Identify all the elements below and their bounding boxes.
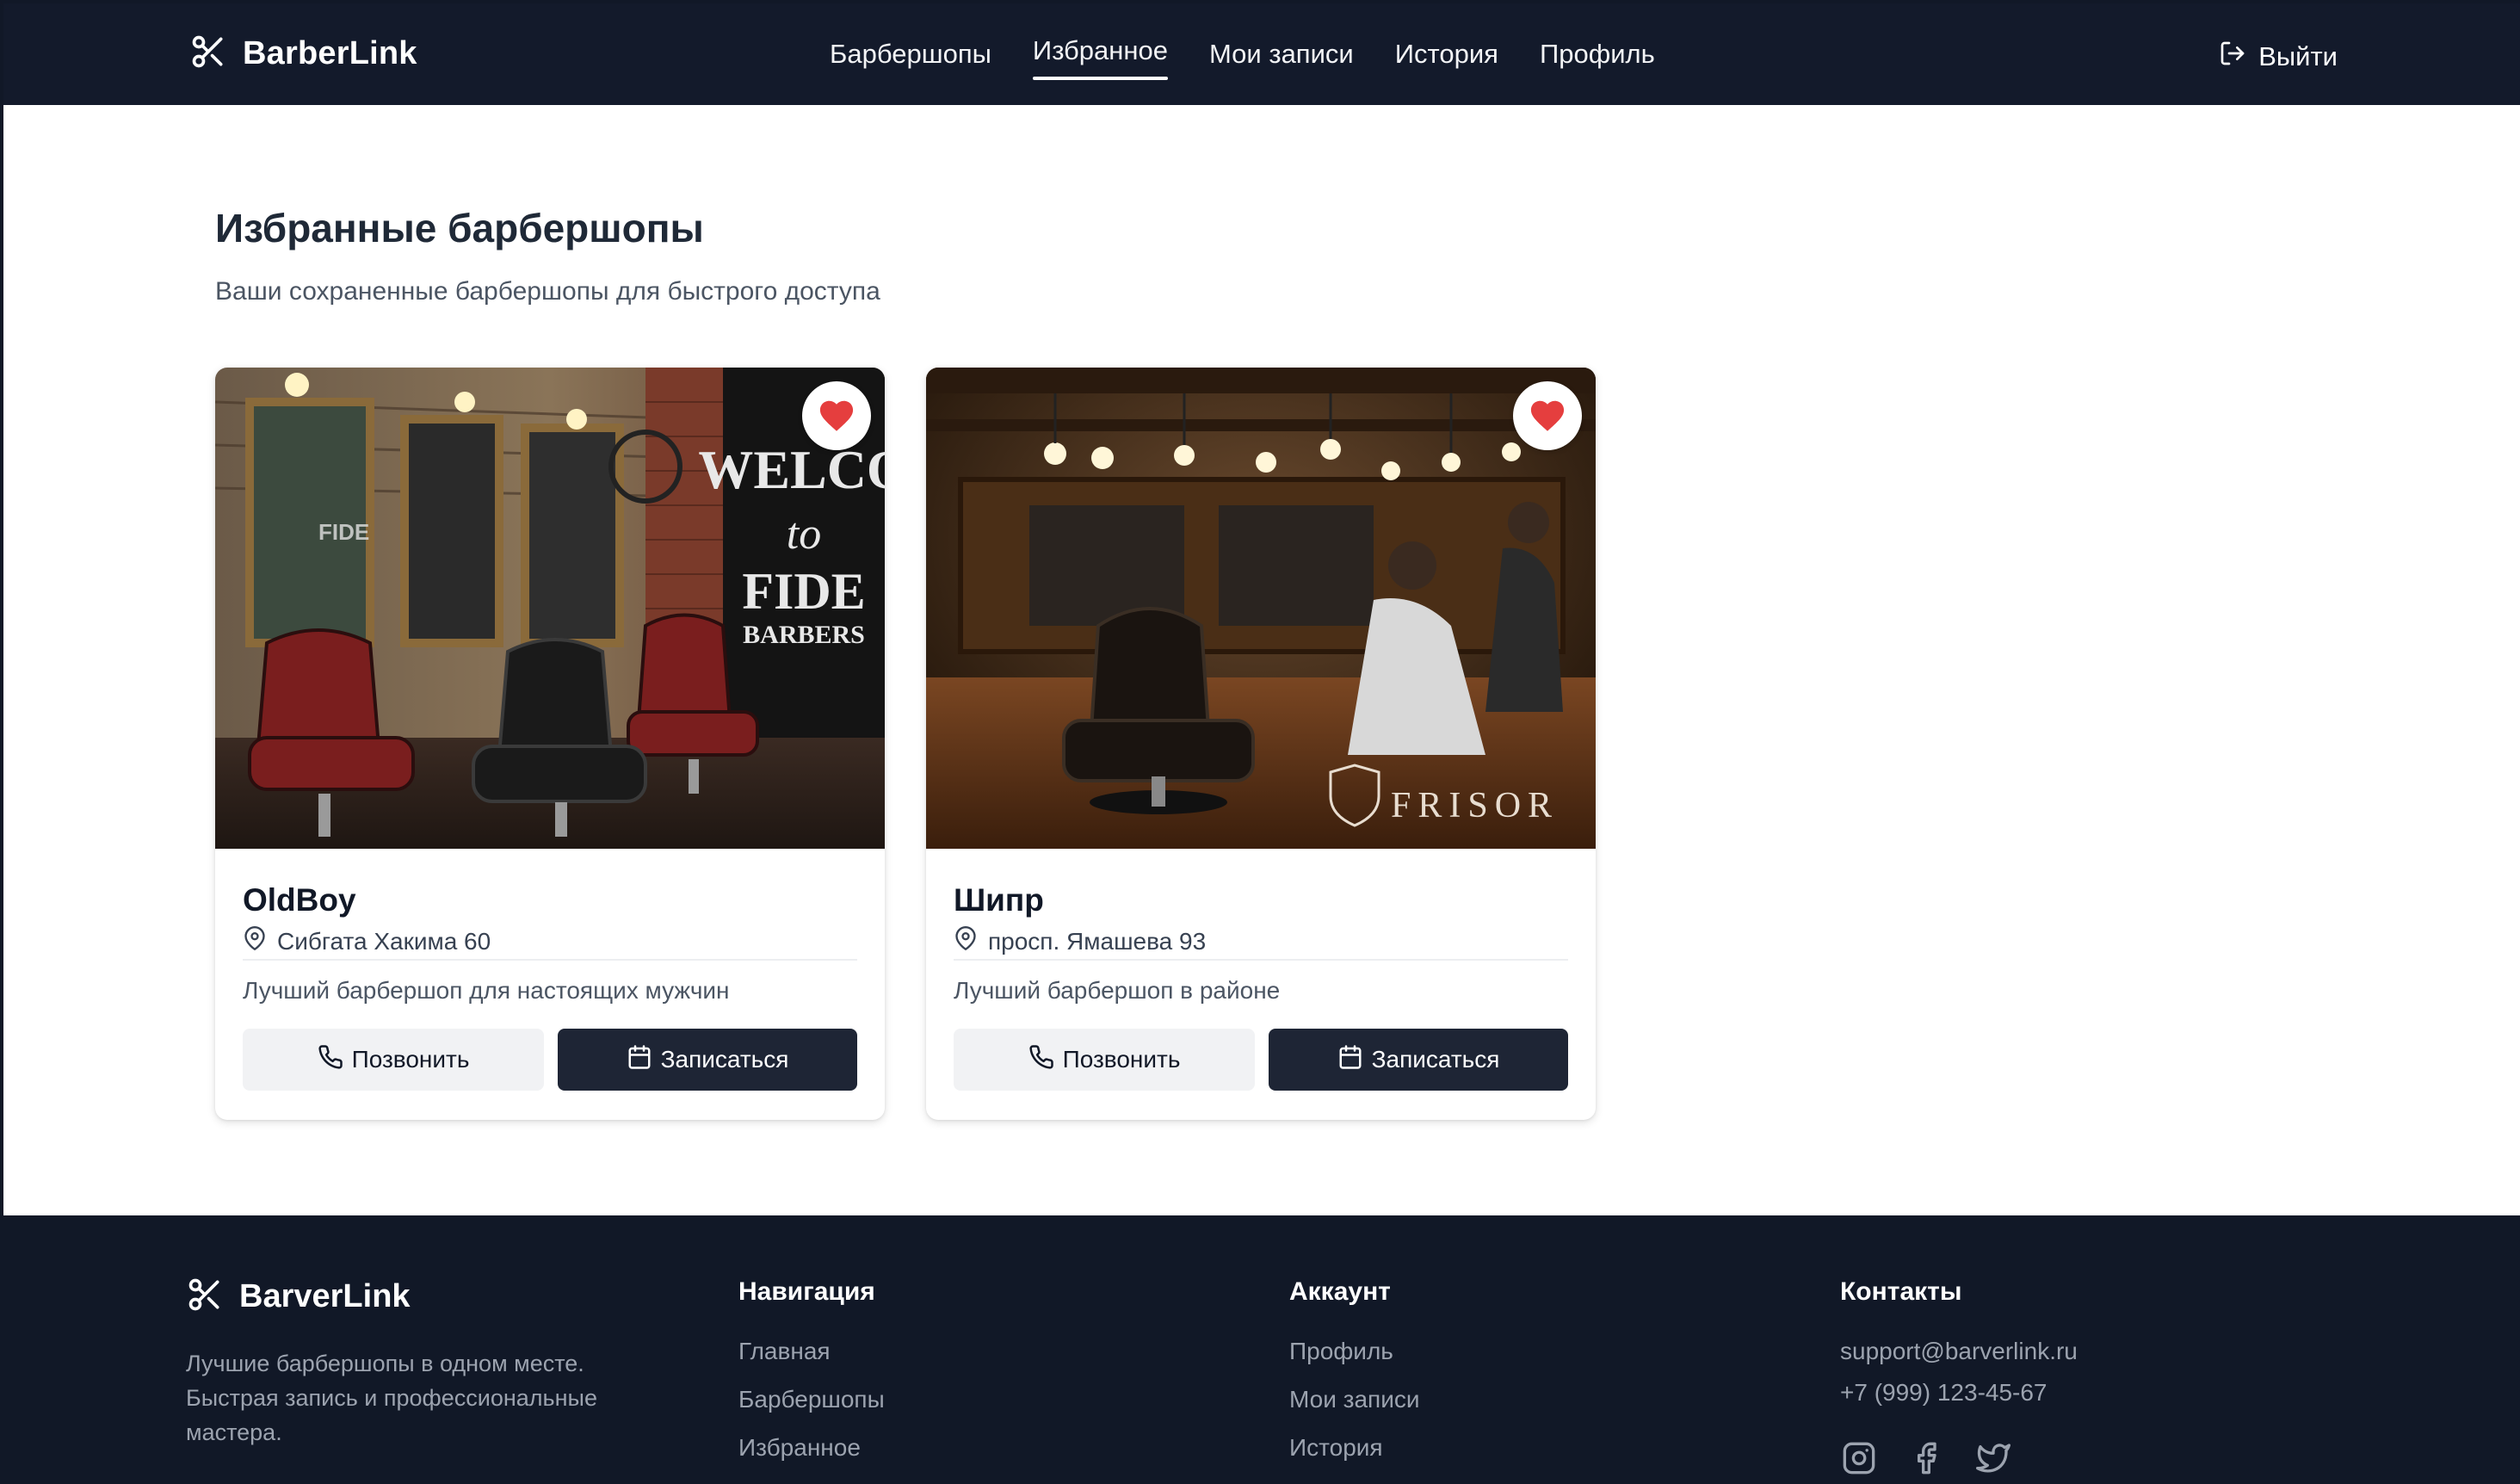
footer-email[interactable]: support@barverlink.ru bbox=[1840, 1334, 2078, 1376]
barbershop-address: Сибгата Хакима 60 bbox=[243, 925, 491, 957]
footer-nav-column: Навигация Главная Барбершопы Избранное bbox=[738, 1277, 885, 1479]
calendar-icon bbox=[627, 1044, 652, 1076]
footer-description: Лучшие барбершопы в одном месте. Быстрая… bbox=[186, 1351, 597, 1445]
favorite-button[interactable] bbox=[1513, 381, 1582, 450]
main-nav: Барбершопы Избранное Мои записи История … bbox=[830, 3, 1655, 105]
top-navbar: BarberLink Барбершопы Избранное Мои запи… bbox=[3, 3, 2520, 105]
page-subtitle: Ваши сохраненные барбершопы для быстрого… bbox=[215, 277, 880, 306]
logout-icon bbox=[2219, 40, 2246, 74]
footer-nav-title: Навигация bbox=[738, 1277, 875, 1306]
barbershop-card[interactable]: FRISOR Шипр просп. Ямашева 93 Лучший бар… bbox=[926, 368, 1596, 1120]
footer-contacts-column: Контакты support@barverlink.ru +7 (999) … bbox=[1840, 1277, 2078, 1477]
barbershop-address: просп. Ямашева 93 bbox=[954, 925, 1206, 957]
call-button[interactable]: Позвонить bbox=[954, 1029, 1255, 1091]
barbershop-name: OldBoy bbox=[243, 882, 356, 918]
logout-label: Выйти bbox=[2258, 41, 2338, 71]
heart-icon bbox=[1528, 396, 1567, 436]
favorite-button[interactable] bbox=[802, 381, 871, 450]
nav-barbershops[interactable]: Барбершопы bbox=[830, 32, 991, 77]
footer-logo[interactable]: BarverLink bbox=[186, 1276, 411, 1318]
calendar-icon bbox=[1337, 1044, 1363, 1076]
footer-link-history[interactable]: История bbox=[1289, 1431, 1419, 1479]
call-button[interactable]: Позвонить bbox=[243, 1029, 544, 1091]
map-pin-icon bbox=[243, 925, 267, 957]
instagram-icon[interactable] bbox=[1840, 1439, 1878, 1477]
address-text: Сибгата Хакима 60 bbox=[277, 927, 491, 955]
footer-link-home[interactable]: Главная bbox=[738, 1334, 885, 1382]
chalkboard-text: WELCO bbox=[698, 439, 885, 500]
svg-text:FIDE: FIDE bbox=[318, 519, 369, 545]
social-links bbox=[1840, 1439, 2078, 1477]
svg-text:to: to bbox=[787, 510, 821, 559]
footer-brand-name: BarverLink bbox=[239, 1278, 411, 1314]
logout-button[interactable]: Выйти bbox=[2219, 40, 2338, 74]
footer-link-barbershops[interactable]: Барбершопы bbox=[738, 1382, 885, 1431]
phone-icon bbox=[318, 1044, 343, 1076]
nav-favorites[interactable]: Избранное bbox=[1032, 28, 1169, 80]
book-label: Записаться bbox=[1371, 1046, 1500, 1073]
scissors-icon bbox=[186, 1276, 224, 1318]
address-text: просп. Ямашева 93 bbox=[988, 927, 1207, 955]
brand-logo[interactable]: BarberLink bbox=[189, 33, 417, 75]
facebook-icon[interactable] bbox=[1907, 1439, 1945, 1477]
footer: BarverLink Лучшие барбершопы в одном мес… bbox=[3, 1215, 2520, 1484]
footer-link-favorites[interactable]: Избранное bbox=[738, 1431, 885, 1479]
book-button[interactable]: Записаться bbox=[1269, 1029, 1568, 1091]
book-label: Записаться bbox=[660, 1046, 789, 1073]
footer-account-column: Аккаунт Профиль Мои записи История bbox=[1289, 1277, 1419, 1479]
barbershop-description: Лучший барбершоп в районе bbox=[954, 977, 1281, 1004]
nav-profile[interactable]: Профиль bbox=[1540, 32, 1655, 77]
barbershop-photo: FRISOR bbox=[926, 368, 1596, 849]
scissors-icon bbox=[189, 33, 227, 75]
map-pin-icon bbox=[954, 925, 978, 957]
page-title: Избранные барбершопы bbox=[215, 206, 704, 250]
footer-link-profile[interactable]: Профиль bbox=[1289, 1334, 1419, 1382]
heart-icon bbox=[817, 396, 856, 436]
brand-name: BarberLink bbox=[243, 35, 417, 71]
svg-text:BARBERS: BARBERS bbox=[743, 621, 865, 649]
nav-history[interactable]: История bbox=[1395, 32, 1498, 77]
book-button[interactable]: Записаться bbox=[558, 1029, 857, 1091]
barbershop-name: Шипр bbox=[954, 882, 1044, 918]
footer-phone[interactable]: +7 (999) 123-45-67 bbox=[1840, 1376, 2078, 1417]
footer-contacts-title: Контакты bbox=[1840, 1277, 1962, 1306]
call-label: Позвонить bbox=[351, 1046, 470, 1073]
photo-watermark: FRISOR bbox=[1391, 786, 1559, 825]
nav-my-bookings[interactable]: Мои записи bbox=[1209, 32, 1354, 77]
barbershop-description: Лучший барбершоп для настоящих мужчин bbox=[243, 977, 730, 1004]
barbershop-card[interactable]: WELCO to FIDE BARBERS bbox=[215, 368, 885, 1120]
call-label: Позвонить bbox=[1062, 1046, 1181, 1073]
svg-text:FIDE: FIDE bbox=[742, 563, 865, 620]
barbershop-photo: WELCO to FIDE BARBERS bbox=[215, 368, 885, 849]
divider bbox=[243, 959, 857, 961]
phone-icon bbox=[1028, 1044, 1054, 1076]
footer-account-title: Аккаунт bbox=[1289, 1277, 1391, 1306]
footer-link-my-bookings[interactable]: Мои записи bbox=[1289, 1382, 1419, 1431]
divider bbox=[954, 959, 1568, 961]
twitter-icon[interactable] bbox=[1974, 1439, 2012, 1477]
